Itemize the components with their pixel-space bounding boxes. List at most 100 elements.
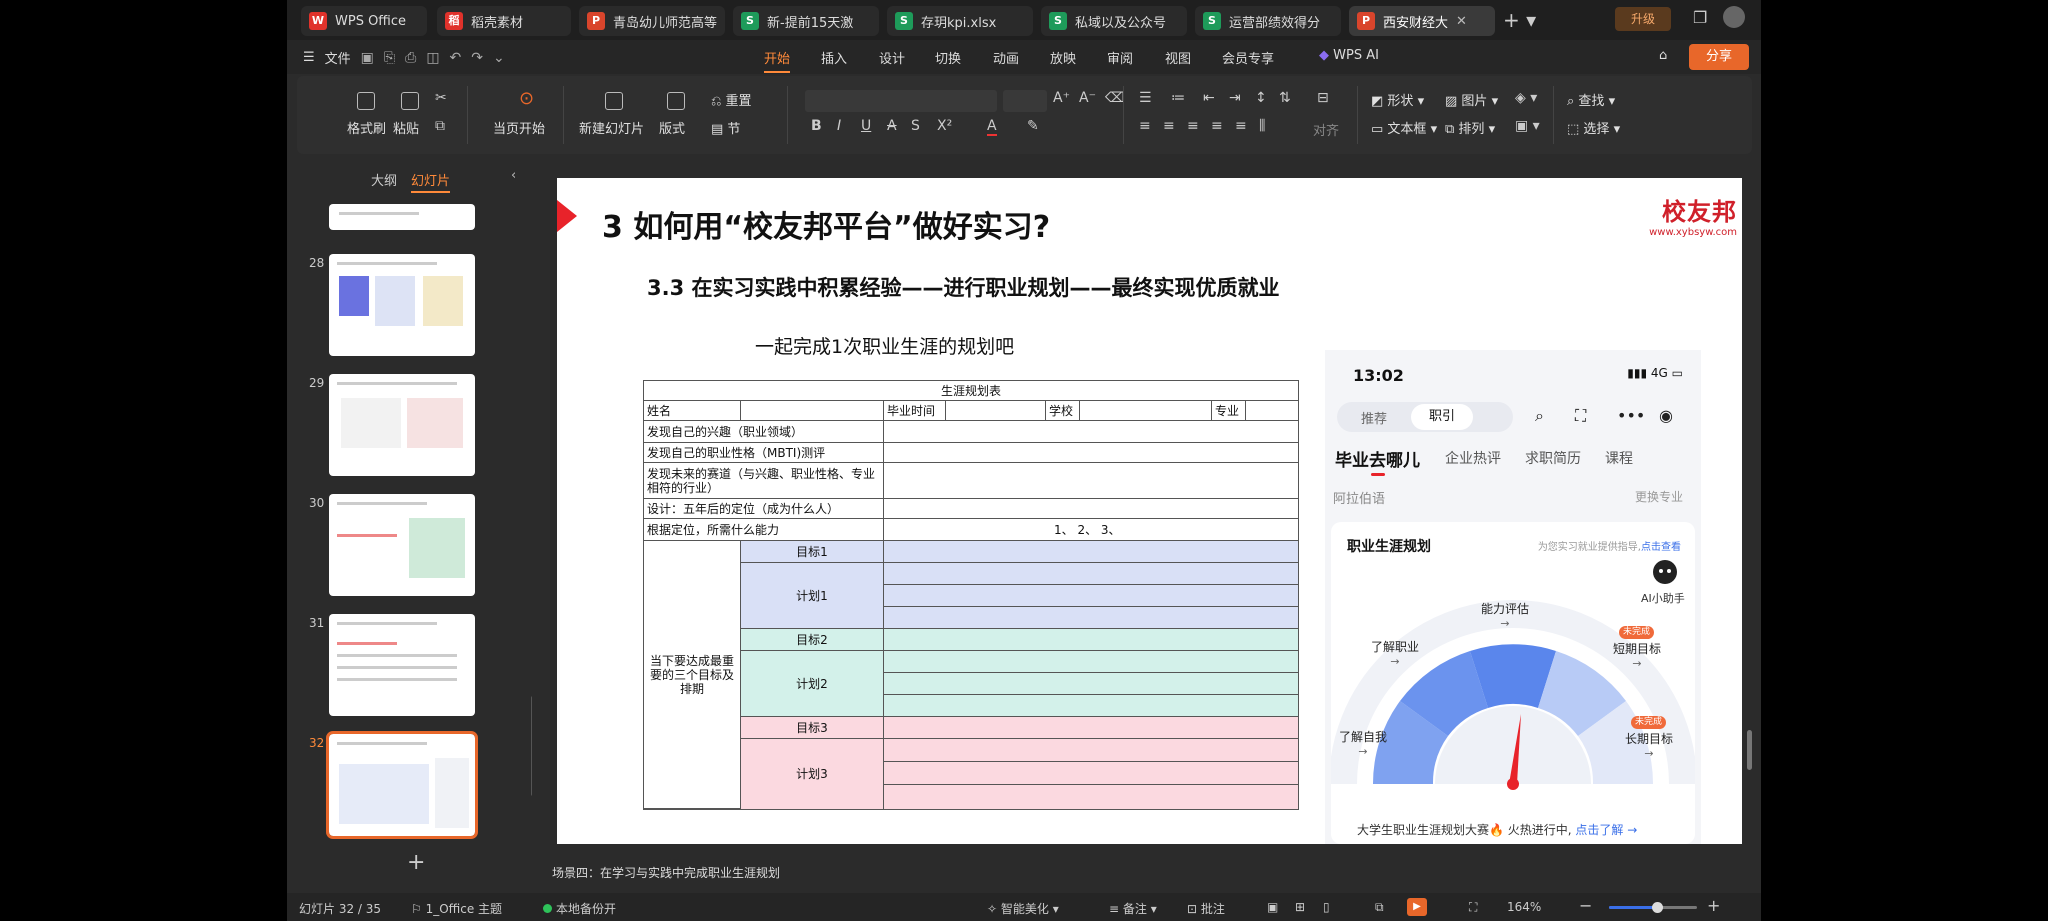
menu-transition[interactable]: 切换 (935, 48, 961, 67)
layout-button[interactable]: 版式 (659, 118, 685, 137)
text-direction-icon[interactable]: ⇅ (1279, 90, 1291, 106)
shadow-text-icon[interactable]: S (911, 118, 920, 134)
play-slideshow-button[interactable]: ▶ (1407, 898, 1427, 916)
new-tab-button[interactable]: + ▾ (1503, 8, 1536, 32)
text-box-frame-icon[interactable]: ⊟ (1317, 90, 1329, 106)
menu-animation[interactable]: 动画 (993, 48, 1019, 67)
play-from-current-button[interactable]: 当页开始 (493, 118, 545, 137)
textbox-button[interactable]: ▭ 文本框 ▾ (1371, 118, 1437, 137)
tab-wps-office[interactable]: W WPS Office (301, 6, 427, 36)
menu-home[interactable]: 开始 (764, 48, 791, 73)
cut-icon[interactable]: ✂ (435, 90, 447, 106)
local-backup[interactable]: 本地备份开 (543, 900, 616, 917)
slide-thumbnail-30[interactable] (329, 494, 475, 596)
bullet-list-icon[interactable]: ☰ (1139, 90, 1152, 106)
font-color-icon[interactable]: A (987, 118, 997, 136)
shape-button[interactable]: ◩ 形状 ▾ (1371, 90, 1424, 109)
share-button[interactable]: 分享 (1689, 44, 1749, 70)
slide-subtitle[interactable]: 3.3 在实习实践中积累经验——进行职业规划——最终实现优质就业 (647, 272, 1280, 302)
cloud-icon[interactable]: ⌂ (1659, 48, 1667, 63)
align-left-icon[interactable]: ≡ (1139, 118, 1151, 134)
format-painter-button[interactable]: 格式刷 (347, 118, 386, 137)
normal-view-icon[interactable]: ▣ (1267, 900, 1278, 914)
preview-icon[interactable]: ◫ (426, 50, 439, 66)
hamburger-icon[interactable]: ☰ (303, 50, 315, 65)
bold-icon[interactable]: B (811, 118, 822, 134)
phone-screenshot[interactable]: 13:02 ▮▮▮ 4G ▭ 推荐 职引 ⌕ ⛶ ••• ◉ 毕业去哪儿 企业热… (1325, 350, 1701, 844)
menu-insert[interactable]: 插入 (821, 48, 847, 67)
slide-thumbnail-31[interactable] (329, 614, 475, 716)
decrease-font-icon[interactable]: A⁻ (1079, 90, 1096, 106)
tab-slides[interactable]: 幻灯片 (411, 170, 451, 193)
tab-ops-score[interactable]: S 运营部绩效得分 (1195, 6, 1341, 36)
copy-icon[interactable]: ⧉ (435, 118, 445, 134)
distribute-icon[interactable]: ≡ (1235, 118, 1247, 134)
align-right-icon[interactable]: ≡ (1187, 118, 1199, 134)
print-icon[interactable]: ⎙ (405, 50, 416, 66)
paste-button[interactable]: 粘贴 (393, 118, 419, 137)
paste-icon[interactable] (401, 92, 419, 110)
new-slide-button[interactable]: 新建幻灯片 (579, 118, 644, 137)
tab-sheet-15days[interactable]: S 新-提前15天激 (733, 6, 879, 36)
sorter-view-icon[interactable]: ⊞ (1295, 900, 1305, 914)
slide-thumbnail-29[interactable] (329, 374, 475, 476)
undo-icon[interactable]: ↶ (450, 50, 462, 66)
tab-docer-materials[interactable]: 稻稻壳素材 (437, 6, 571, 36)
close-tab-icon[interactable]: ✕ (1456, 14, 1467, 29)
fill-icon[interactable]: ◈ ▾ (1515, 90, 1537, 106)
notes-button[interactable]: ≡ 备注 ▾ (1109, 900, 1157, 917)
find-button[interactable]: ⌕ 查找 ▾ (1567, 90, 1615, 109)
career-plan-table[interactable]: 生涯规划表 姓名 毕业时间 学校 专业 发现自己的兴趣（职业领域） 发现自己的职… (643, 380, 1299, 810)
smart-beautify-button[interactable]: ✧ 智能美化 ▾ (987, 900, 1059, 917)
reading-view-icon[interactable]: ▯ (1323, 900, 1330, 914)
columns-icon[interactable]: ⫼ (1259, 118, 1265, 134)
font-family-select[interactable] (805, 90, 997, 112)
numbered-list-icon[interactable]: ≔ (1171, 90, 1185, 106)
zoom-in-icon[interactable]: + (1707, 896, 1720, 915)
chevron-down-icon[interactable]: ⌄ (493, 50, 505, 66)
slide-thumbnail-32[interactable] (326, 731, 478, 839)
tab-private-domain[interactable]: S 私域以及公众号 (1041, 6, 1187, 36)
export-icon[interactable]: ⎘ (384, 50, 395, 66)
indent-decrease-icon[interactable]: ⇤ (1203, 90, 1215, 106)
zoom-out-icon[interactable]: − (1579, 896, 1592, 915)
slide-thumbnail-28[interactable] (329, 254, 475, 356)
clear-format-icon[interactable]: ⌫ (1105, 90, 1125, 106)
tab-xian-ppt[interactable]: P 西安财经大 ✕ (1349, 6, 1495, 36)
tab-outline[interactable]: 大纲 (371, 170, 397, 189)
justify-icon[interactable]: ≡ (1211, 118, 1223, 134)
strikethrough-icon[interactable]: A (887, 118, 897, 134)
font-size-select[interactable] (1003, 90, 1047, 112)
menu-member[interactable]: 会员专享 (1222, 48, 1274, 67)
outline-icon[interactable]: ▣ ▾ (1515, 118, 1540, 134)
slide-thumbnail-27[interactable] (329, 204, 475, 230)
menu-design[interactable]: 设计 (879, 48, 905, 67)
play-from-current-icon[interactable]: ⊙ (519, 88, 534, 109)
presenter-view-icon[interactable]: ⧉ (1375, 900, 1384, 915)
theme-name[interactable]: ⚐ 1_Office 主题 (411, 900, 502, 917)
indent-increase-icon[interactable]: ⇥ (1229, 90, 1241, 106)
menu-wps-ai[interactable]: ◆ WPS AI (1319, 48, 1379, 63)
comments-button[interactable]: ⊡ 批注 (1187, 900, 1225, 917)
format-painter-icon[interactable] (357, 92, 375, 110)
tab-kpi-xlsx[interactable]: S 存玥kpi.xlsx (887, 6, 1033, 36)
current-slide[interactable]: 3 如何用“校友邦平台”做好实习? 校友邦 www.xybsyw.com 3.3… (557, 178, 1742, 844)
italic-icon[interactable]: I (837, 118, 841, 134)
menu-view[interactable]: 视图 (1165, 48, 1191, 67)
upgrade-button[interactable]: 升级 (1615, 7, 1671, 31)
highlight-icon[interactable]: ✎ (1027, 118, 1039, 134)
superscript-icon[interactable]: X² (937, 118, 952, 134)
underline-icon[interactable]: U (861, 118, 871, 134)
redo-icon[interactable]: ↷ (471, 50, 483, 66)
layout-icon[interactable] (667, 92, 685, 110)
tab-qingdao-doc[interactable]: P 青岛幼儿师范高等 (579, 6, 725, 36)
section-button[interactable]: ▤ 节 (711, 118, 740, 137)
zoom-slider-knob[interactable] (1652, 902, 1664, 913)
collapse-panel-icon[interactable]: ‹ (511, 168, 516, 183)
file-menu[interactable]: 文件 (325, 48, 351, 67)
slide-title[interactable]: 3 如何用“校友邦平台”做好实习? (602, 202, 1050, 246)
add-slide-button[interactable]: + (407, 850, 425, 875)
menu-review[interactable]: 审阅 (1107, 48, 1133, 67)
slide-prompt[interactable]: 一起完成1次职业生涯的规划吧 (755, 332, 1014, 359)
zoom-slider[interactable] (1609, 902, 1697, 913)
